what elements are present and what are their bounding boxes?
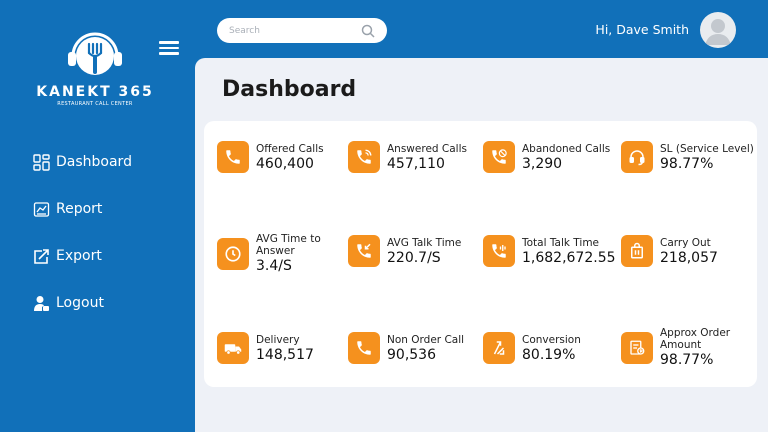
stat-label: Carry Out [660, 236, 711, 249]
sidebar-item-label: Logout [56, 295, 104, 311]
stat-label: Delivery [256, 333, 300, 346]
export-icon [32, 247, 50, 265]
stat-value: 460,400 [256, 155, 314, 172]
stat-label: Conversion [522, 333, 581, 346]
phone-incoming-icon [348, 235, 380, 267]
stat-avg-time-to-answer[interactable]: AVG Time to Answer 3.4/S [217, 233, 334, 274]
phone-icon [348, 332, 380, 364]
stat-value: 457,110 [387, 155, 445, 172]
main-content: Dashboard Offered Calls 460,400 Answered… [195, 58, 768, 432]
stat-value: 80.19% [522, 346, 576, 363]
sidebar-item-dashboard[interactable]: Dashboard [32, 150, 132, 174]
sidebar-item-logout[interactable]: Logout [32, 291, 132, 315]
invoice-icon [621, 331, 653, 364]
sidebar-item-export[interactable]: Export [32, 244, 132, 268]
stat-value: 3,290 [522, 155, 563, 172]
dashboard-icon [32, 153, 50, 171]
page-title: Dashboard [222, 77, 357, 102]
takeaway-bag-icon [621, 235, 653, 267]
stat-label: Answered Calls [387, 142, 467, 155]
stat-service-level[interactable]: SL (Service Level) 98.77% [621, 141, 754, 173]
stat-label: Approx Order Amount [660, 327, 731, 351]
user-avatar-icon [705, 19, 731, 45]
stat-abandoned-calls[interactable]: Abandoned Calls 3,290 [483, 141, 610, 173]
stat-value: 98.77% [660, 155, 714, 172]
sidebar-item-label: Report [56, 201, 103, 217]
stat-value: 1,682,672.55 [522, 249, 616, 266]
report-icon [32, 200, 50, 218]
stat-value: 148,517 [256, 346, 314, 363]
stat-label: Total Talk Time [522, 236, 600, 249]
stat-label: SL (Service Level) [660, 142, 754, 155]
sidebar-item-label: Dashboard [56, 154, 132, 170]
stat-delivery[interactable]: Delivery 148,517 [217, 332, 314, 364]
brand-logo[interactable]: KANEKT 365 RESTAURANT CALL CENTER [30, 22, 160, 107]
stat-answered-calls[interactable]: Answered Calls 457,110 [348, 141, 467, 173]
brand-tagline: RESTAURANT CALL CENTER [57, 101, 133, 107]
stat-value: 90,536 [387, 346, 436, 363]
search-input[interactable] [229, 25, 354, 36]
stat-label: Abandoned Calls [522, 142, 611, 155]
headset-icon [621, 141, 653, 173]
stats-card: Offered Calls 460,400 Answered Calls 457… [204, 121, 757, 387]
phone-talk-icon [483, 235, 515, 267]
avatar[interactable] [700, 12, 736, 48]
sidebar-item-label: Export [56, 248, 102, 264]
stat-value: 98.77% [660, 352, 714, 368]
stat-carry-out[interactable]: Carry Out 218,057 [621, 235, 718, 267]
stat-label: AVG Time to Answer [256, 233, 321, 257]
stat-label: AVG Talk Time [387, 236, 462, 249]
sidebar-nav: Dashboard Report Export Logout [32, 150, 132, 338]
search-icon[interactable] [361, 24, 375, 38]
conversion-icon [483, 332, 515, 364]
stat-approx-order-amount[interactable]: Approx Order Amount 98.77% [621, 327, 740, 368]
menu-toggle-icon[interactable] [159, 41, 179, 55]
logout-icon [32, 294, 50, 312]
clock-icon [217, 237, 249, 270]
stat-offered-calls[interactable]: Offered Calls 460,400 [217, 141, 324, 173]
stat-conversion[interactable]: Conversion 80.19% [483, 332, 581, 364]
user-greeting: Hi, Dave Smith [595, 22, 689, 37]
phone-icon [217, 141, 249, 173]
stat-value: 3.4/S [256, 258, 292, 274]
stat-avg-talk-time[interactable]: AVG Talk Time 220.7/S [348, 235, 461, 267]
stat-non-order-call[interactable]: Non Order Call 90,536 [348, 332, 464, 364]
logo-fork-headset-icon [68, 32, 122, 75]
search-box[interactable] [217, 18, 387, 43]
stat-label: Non Order Call [387, 333, 465, 346]
stat-total-talk-time[interactable]: Total Talk Time 1,682,672.55 [483, 235, 616, 267]
phone-missed-icon [483, 141, 515, 173]
stat-value: 220.7/S [387, 249, 441, 266]
stat-label: Offered Calls [256, 142, 324, 155]
delivery-truck-icon [217, 332, 249, 364]
top-bar: Hi, Dave Smith [195, 0, 768, 58]
stat-value: 218,057 [660, 249, 718, 266]
sidebar: KANEKT 365 RESTAURANT CALL CENTER Dashbo… [0, 0, 195, 432]
phone-ringing-icon [348, 141, 380, 173]
brand-name: KANEKT 365 [36, 84, 154, 100]
sidebar-item-report[interactable]: Report [32, 197, 132, 221]
